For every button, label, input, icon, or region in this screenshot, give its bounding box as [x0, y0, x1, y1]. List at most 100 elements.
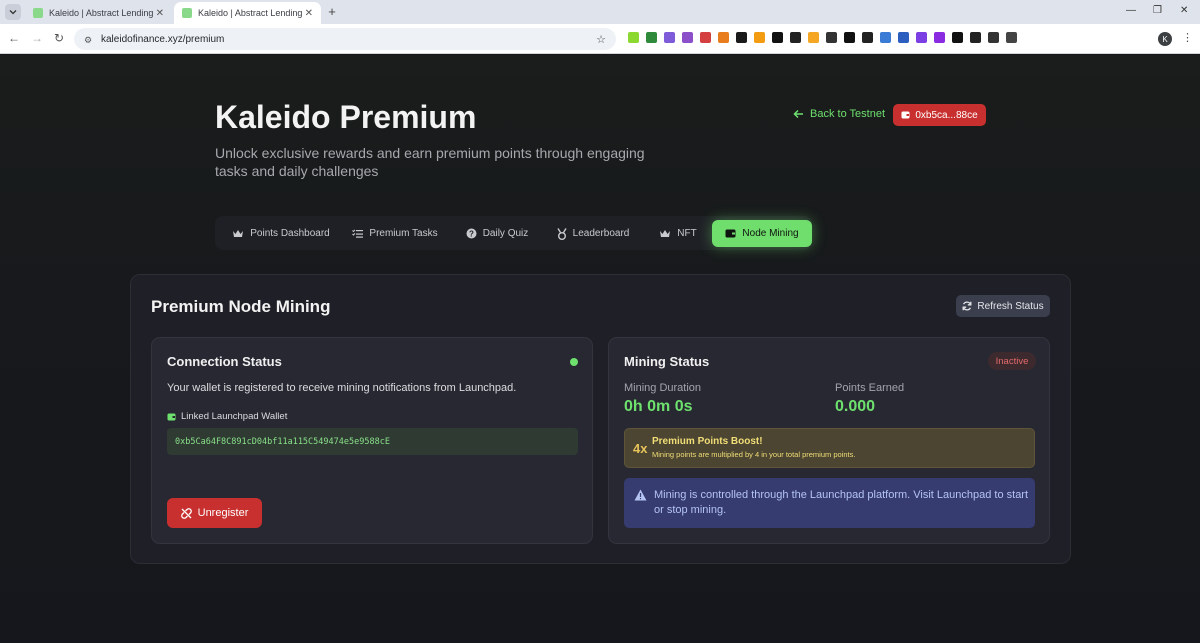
maximize-icon[interactable]: ❐ — [1153, 5, 1162, 16]
page-title: Kaleido Premium — [215, 99, 477, 135]
unregister-button[interactable]: Unregister — [167, 498, 262, 528]
extension-icons — [628, 32, 1017, 43]
wallet-address-short: 0xb5ca...88ce — [915, 109, 978, 121]
tab-search-button[interactable] — [5, 4, 21, 20]
close-icon[interactable]: ✕ — [156, 8, 164, 19]
extension-icon[interactable] — [772, 32, 783, 43]
close-icon[interactable]: ✕ — [305, 8, 313, 19]
extension-icon[interactable] — [664, 32, 675, 43]
browser-tab-1[interactable]: Kaleido | Abstract Lending ✕ — [25, 2, 172, 24]
tab-label: Points Dashboard — [250, 228, 330, 239]
mining-status-title: Mining Status — [624, 354, 710, 369]
arrow-left-icon — [793, 109, 803, 119]
extension-icon[interactable] — [988, 32, 999, 43]
extension-icon[interactable] — [844, 32, 855, 43]
extension-icon[interactable] — [952, 32, 963, 43]
unlink-icon — [180, 507, 192, 519]
browser-tab-2[interactable]: Kaleido | Abstract Lending ✕ — [174, 2, 321, 24]
medal-icon — [557, 227, 567, 240]
points-earned-label: Points Earned — [835, 382, 905, 394]
linked-wallet-address: 0xb5Ca64F8C891cD04bf11a115C549474e5e9588… — [167, 428, 578, 455]
boost-title: Premium Points Boost! — [652, 436, 763, 447]
extension-icon[interactable] — [700, 32, 711, 43]
extension-icon[interactable] — [880, 32, 891, 43]
connection-description: Your wallet is registered to receive min… — [167, 382, 517, 394]
tab-label: NFT — [677, 228, 697, 239]
browser-tab-title: Kaleido | Abstract Lending — [49, 8, 154, 18]
wallet-icon — [167, 413, 176, 420]
favicon-icon — [182, 8, 192, 18]
mining-status-card: Mining Status Inactive Mining Duration 0… — [608, 337, 1050, 544]
site-info-icon[interactable]: ⚙ — [84, 35, 93, 45]
warning-icon — [634, 489, 647, 501]
tab-daily-quiz[interactable]: ? Daily Quiz — [455, 220, 539, 247]
wallet-icon — [901, 111, 910, 119]
node-mining-panel: Premium Node Mining Refresh Status Conne… — [130, 274, 1071, 564]
back-to-testnet-link[interactable]: Back to Testnet — [793, 108, 885, 120]
linked-wallet-label: Linked Launchpad Wallet — [167, 411, 287, 422]
connection-status-dot — [570, 358, 578, 366]
bookmark-star-icon[interactable]: ☆ — [596, 33, 606, 46]
extension-icon[interactable] — [862, 32, 873, 43]
forward-arrow-icon[interactable]: → — [31, 31, 43, 45]
window-close-icon[interactable]: ✕ — [1180, 5, 1188, 16]
tab-label: Node Mining — [742, 228, 799, 239]
points-earned-value: 0.000 — [835, 398, 876, 415]
refresh-status-button[interactable]: Refresh Status — [956, 295, 1050, 317]
boost-description: Mining points are multiplied by 4 in you… — [652, 450, 856, 459]
profile-avatar[interactable]: K — [1158, 32, 1172, 46]
svg-text:?: ? — [469, 229, 474, 238]
wallet-button[interactable]: 0xb5ca...88ce — [893, 104, 986, 126]
minimize-icon[interactable]: — — [1126, 5, 1136, 16]
browser-tab-title: Kaleido | Abstract Lending — [198, 8, 303, 18]
extension-icon[interactable] — [718, 32, 729, 43]
tab-nft[interactable]: NFT — [647, 220, 709, 247]
extension-icon[interactable] — [934, 32, 945, 43]
page: Kaleido Premium Unlock exclusive rewards… — [0, 55, 1200, 643]
connection-status-card: Connection Status Your wallet is registe… — [151, 337, 593, 544]
browser-tab-strip: Kaleido | Abstract Lending ✕ Kaleido | A… — [0, 0, 1200, 24]
menu-kebab-icon[interactable]: ⋮ — [1182, 31, 1193, 44]
crown-icon — [660, 230, 671, 237]
browser-toolbar: ← → ↻ ⚙ kaleidofinance.xyz/premium ☆ K ⋮ — [0, 24, 1200, 54]
extension-icon[interactable] — [628, 32, 639, 43]
tab-premium-tasks[interactable]: Premium Tasks — [343, 220, 447, 247]
launchpad-info-banner: Mining is controlled through the Launchp… — [624, 478, 1035, 528]
tab-points-dashboard[interactable]: Points Dashboard — [223, 220, 339, 247]
refresh-icon — [962, 301, 972, 311]
page-subtitle: Unlock exclusive rewards and earn premiu… — [215, 145, 645, 179]
mining-duration-label: Mining Duration — [624, 382, 702, 394]
reload-icon[interactable]: ↻ — [54, 31, 64, 45]
list-icon — [352, 229, 364, 238]
panel-title: Premium Node Mining — [151, 297, 331, 316]
crown-icon — [233, 230, 244, 237]
extension-icon[interactable] — [754, 32, 765, 43]
extension-icon[interactable] — [682, 32, 693, 43]
tab-node-mining[interactable]: Node Mining — [712, 220, 812, 247]
extension-icon[interactable] — [826, 32, 837, 43]
status-badge: Inactive — [988, 352, 1036, 370]
back-arrow-icon[interactable]: ← — [8, 31, 20, 45]
refresh-status-label: Refresh Status — [977, 300, 1044, 312]
tab-label: Leaderboard — [572, 228, 630, 239]
tab-label: Premium Tasks — [369, 228, 438, 239]
address-bar[interactable]: ⚙ kaleidofinance.xyz/premium ☆ — [74, 28, 616, 50]
extension-icon[interactable] — [646, 32, 657, 43]
wallet-icon — [725, 229, 736, 238]
mining-duration-value: 0h 0m 0s — [624, 398, 693, 415]
extension-icon[interactable] — [736, 32, 747, 43]
back-to-testnet-label: Back to Testnet — [810, 108, 886, 120]
extension-icon[interactable] — [970, 32, 981, 43]
premium-boost-banner: 4x Premium Points Boost! Mining points a… — [624, 428, 1035, 468]
extension-icon[interactable] — [790, 32, 801, 43]
new-tab-button[interactable]: + — [325, 4, 339, 19]
linked-wallet-label-text: Linked Launchpad Wallet — [181, 411, 288, 422]
extension-icon[interactable] — [808, 32, 819, 43]
extension-icon[interactable] — [1006, 32, 1017, 43]
boost-multiplier: 4x — [633, 441, 648, 456]
tab-label: Daily Quiz — [482, 228, 529, 239]
tab-leaderboard[interactable]: Leaderboard — [547, 220, 639, 247]
extension-icon[interactable] — [898, 32, 909, 43]
chevron-down-icon — [9, 10, 17, 15]
extension-icon[interactable] — [916, 32, 927, 43]
